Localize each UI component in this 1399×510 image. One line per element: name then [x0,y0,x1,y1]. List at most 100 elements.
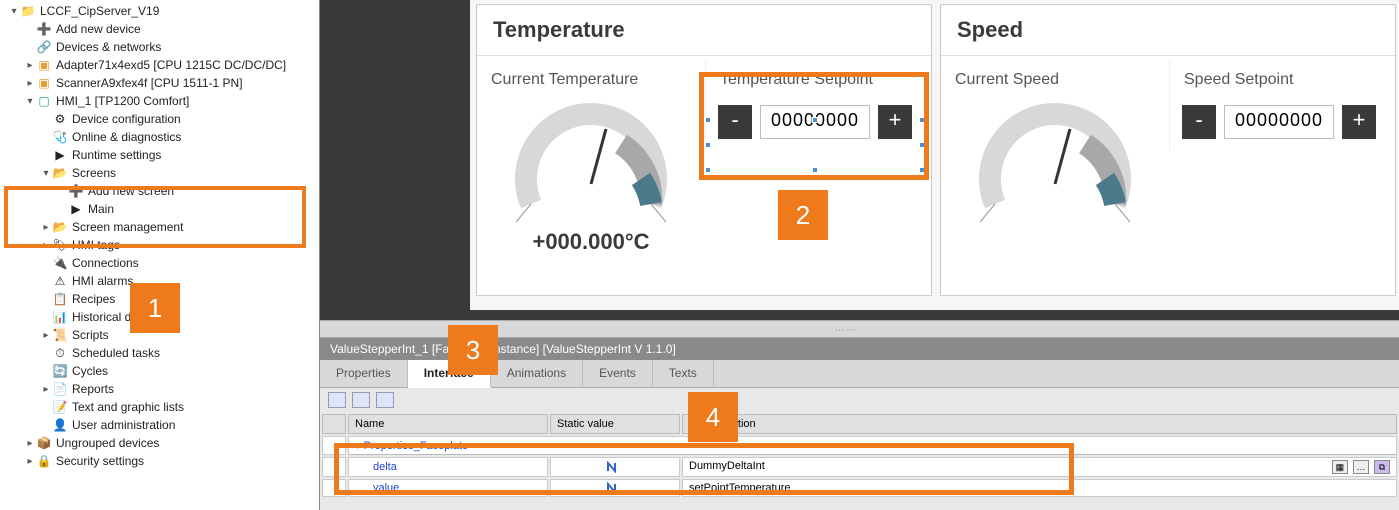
setpoint-value[interactable]: 00000000 [1224,105,1334,139]
tree-label: Online & diagnostics [72,130,181,144]
toolbar-sort-icon[interactable] [328,392,346,408]
tree-label: User administration [72,418,175,432]
speed-panel: Speed Current Speed Speed Setpoint - 000… [940,4,1396,296]
prop-name: value [348,479,548,497]
tab-texts[interactable]: Texts [653,360,714,387]
tree-user-admin[interactable]: 👤User administration [0,416,319,434]
tree-label: Adapter71x4exd5 [CPU 1215C DC/DC/DC] [56,58,286,72]
setpoint-value[interactable]: 00000000 [760,105,870,139]
temperature-panel: Temperature Current Temperature +000.000… [476,4,932,296]
tree-devices-networks[interactable]: 🔗Devices & networks [0,38,319,56]
plc-icon: ▣ [36,75,52,91]
callout-3: 3 [448,325,498,375]
tree-label: Main [88,202,114,216]
tree-cycles[interactable]: 🔄 Cycles [0,362,319,380]
grid-row[interactable]: delta DummyDeltaInt ▦ … ⧉ [322,457,1397,477]
interface-grid[interactable]: Name Static value Dynamization ▾ Propert… [320,412,1399,499]
security-icon: 🔒 [36,453,52,469]
speed-setpoint-label: Speed Setpoint [1170,61,1397,93]
tree-label: Screens [72,166,116,180]
tree-security[interactable]: ▸🔒Security settings [0,452,319,470]
grid-group-row[interactable]: ▾ Properties_Faceplate [322,436,1397,455]
tree-label: Text and graphic lists [72,400,184,414]
toolbar-collapse-icon[interactable] [376,392,394,408]
device-config-icon: ⚙ [52,111,68,127]
decrement-button[interactable]: - [1182,105,1216,139]
tree-main-screen[interactable]: ▶Main [0,200,319,218]
interface-toolbar [320,388,1399,412]
prop-dynamization[interactable]: setPointTemperature [682,479,1397,497]
tree-label: Scheduled tasks [72,346,160,360]
tree-label: Connections [72,256,139,270]
temp-setpoint-label: Temperature Setpoint [706,61,933,93]
tree-adapter[interactable]: ▸▣Adapter71x4exd5 [CPU 1215C DC/DC/DC] [0,56,319,74]
grid-row[interactable]: value setPointTemperature [322,479,1397,497]
tree-text-graphic[interactable]: 📝 Text and graphic lists [0,398,319,416]
tree-connections[interactable]: 🔌 Connections [0,254,319,272]
tree-label: HMI tags [72,238,120,252]
tree-label: ScannerA9xfex4f [CPU 1511-1 PN] [56,76,243,90]
tab-events[interactable]: Events [583,360,653,387]
tree-add-screen[interactable]: ➕Add new screen [0,182,319,200]
tab-properties[interactable]: Properties [320,360,408,387]
tree-label: HMI alarms [72,274,133,288]
tag-more-button[interactable]: … [1353,460,1369,474]
tree-ungrouped[interactable]: ▸📦Ungrouped devices [0,434,319,452]
tree-screens[interactable]: ▾📂Screens [0,164,319,182]
tag-browse-button[interactable]: ▦ [1332,460,1348,474]
tree-label: HMI_1 [TP1200 Comfort] [56,94,189,108]
increment-button[interactable]: + [878,105,912,139]
diagnostics-icon: 🩺 [52,129,68,145]
tree-screen-mgmt[interactable]: ▸📂Screen management [0,218,319,236]
toolbar-expand-icon[interactable] [352,392,370,408]
datatype-icon [550,457,680,477]
tree-scheduled[interactable]: ⏱ Scheduled tasks [0,344,319,362]
scripts-icon: 📜 [52,327,68,343]
prop-dynamization[interactable]: DummyDeltaInt ▦ … ⧉ [682,457,1397,477]
tree-hmi[interactable]: ▾▢HMI_1 [TP1200 Comfort] [0,92,319,110]
tree-online-diag[interactable]: 🩺 Online & diagnostics [0,128,319,146]
connections-icon: 🔌 [52,255,68,271]
tags-icon: 🏷 [52,237,68,253]
tree-label: Add new device [56,22,141,36]
col-dynamization[interactable]: Dynamization [682,414,1397,434]
decrement-button[interactable]: - [718,105,752,139]
tree-label: Add new screen [88,184,174,198]
scheduled-icon: ⏱ [52,345,68,361]
callout-2: 2 [778,190,828,240]
tree-reports[interactable]: ▸📄Reports [0,380,319,398]
screen-editor-canvas[interactable]: Temperature Current Temperature +000.000… [320,0,1399,320]
callout-1: 1 [130,283,180,333]
speed-setpoint-stepper[interactable]: - 00000000 + [1170,93,1397,151]
project-icon: 📁 [20,3,36,19]
panel-title: Speed [941,5,1395,56]
group-label: Properties_Faceplate [364,440,469,452]
col-static[interactable]: Static value [550,414,680,434]
current-temp-label: Current Temperature [477,61,705,93]
ungrouped-icon: 📦 [36,435,52,451]
plc-icon: ▣ [36,57,52,73]
col-name[interactable]: Name [348,414,548,434]
speed-gauge [970,99,1140,229]
tree-label: Security settings [56,454,144,468]
tree-project-root[interactable]: ▾📁LCCF_CipServer_V19 [0,2,319,20]
tree-runtime[interactable]: ▶Runtime settings [0,146,319,164]
datatype-icon [550,479,680,497]
tab-animations[interactable]: Animations [491,360,583,387]
tag-link-button[interactable]: ⧉ [1374,460,1390,474]
tree-scanner[interactable]: ▸▣ScannerA9xfex4f [CPU 1511-1 PN] [0,74,319,92]
temperature-gauge [506,99,676,229]
tree-hmi-tags[interactable]: ▸🏷HMI tags [0,236,319,254]
project-tree[interactable]: ▾📁LCCF_CipServer_V19 ➕Add new device 🔗De… [0,0,319,472]
tree-add-device[interactable]: ➕Add new device [0,20,319,38]
historical-icon: 📊 [52,309,68,325]
tree-device-config[interactable]: ⚙Device configuration [0,110,319,128]
splitter-grip-icon [835,326,885,334]
tree-label: Cycles [72,364,108,378]
cycles-icon: 🔄 [52,363,68,379]
folder-icon: 📂 [52,219,68,235]
recipes-icon: 📋 [52,291,68,307]
temperature-setpoint-stepper[interactable]: - 00000000 + [706,93,933,151]
increment-button[interactable]: + [1342,105,1376,139]
text-list-icon: 📝 [52,399,68,415]
